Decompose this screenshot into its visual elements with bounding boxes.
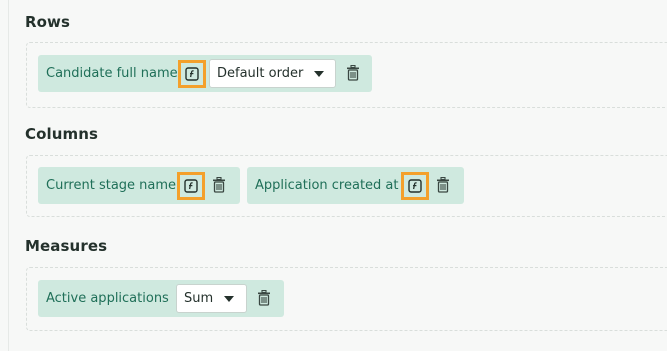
- columns-field-pill[interactable]: Application created at: [247, 167, 464, 204]
- field-label: Application created at: [255, 178, 399, 193]
- field-label: Active applications: [46, 291, 169, 306]
- measures-field-pill[interactable]: Active applications Sum: [38, 280, 284, 317]
- sort-order-select[interactable]: Default order: [209, 59, 336, 88]
- rows-section-title: Rows: [25, 13, 71, 31]
- left-divider: [8, 0, 9, 351]
- columns-section-title: Columns: [25, 125, 99, 143]
- function-icon: [408, 179, 422, 193]
- trash-icon[interactable]: [436, 177, 450, 193]
- columns-field-pill[interactable]: Current stage name: [38, 167, 240, 204]
- caret-down-icon: [224, 296, 234, 302]
- field-label: Candidate full name: [46, 66, 178, 81]
- function-button[interactable]: [177, 172, 205, 200]
- sort-order-value: Default order: [217, 66, 304, 81]
- trash-icon[interactable]: [346, 65, 360, 81]
- aggregation-select[interactable]: Sum: [176, 284, 247, 313]
- function-icon: [185, 67, 199, 81]
- columns-dropzone[interactable]: Current stage name Application created a…: [26, 155, 667, 217]
- measures-section-title: Measures: [25, 237, 108, 255]
- rows-field-pill[interactable]: Candidate full name Default order: [38, 55, 372, 92]
- field-label: Current stage name: [46, 178, 177, 193]
- trash-icon[interactable]: [212, 177, 226, 193]
- function-button[interactable]: [401, 172, 429, 200]
- caret-down-icon: [314, 71, 324, 77]
- function-button[interactable]: [178, 60, 206, 88]
- function-icon: [184, 179, 198, 193]
- trash-icon[interactable]: [257, 290, 271, 306]
- aggregation-value: Sum: [184, 291, 214, 306]
- rows-dropzone[interactable]: Candidate full name Default order: [26, 42, 667, 108]
- measures-dropzone[interactable]: Active applications Sum: [26, 267, 667, 331]
